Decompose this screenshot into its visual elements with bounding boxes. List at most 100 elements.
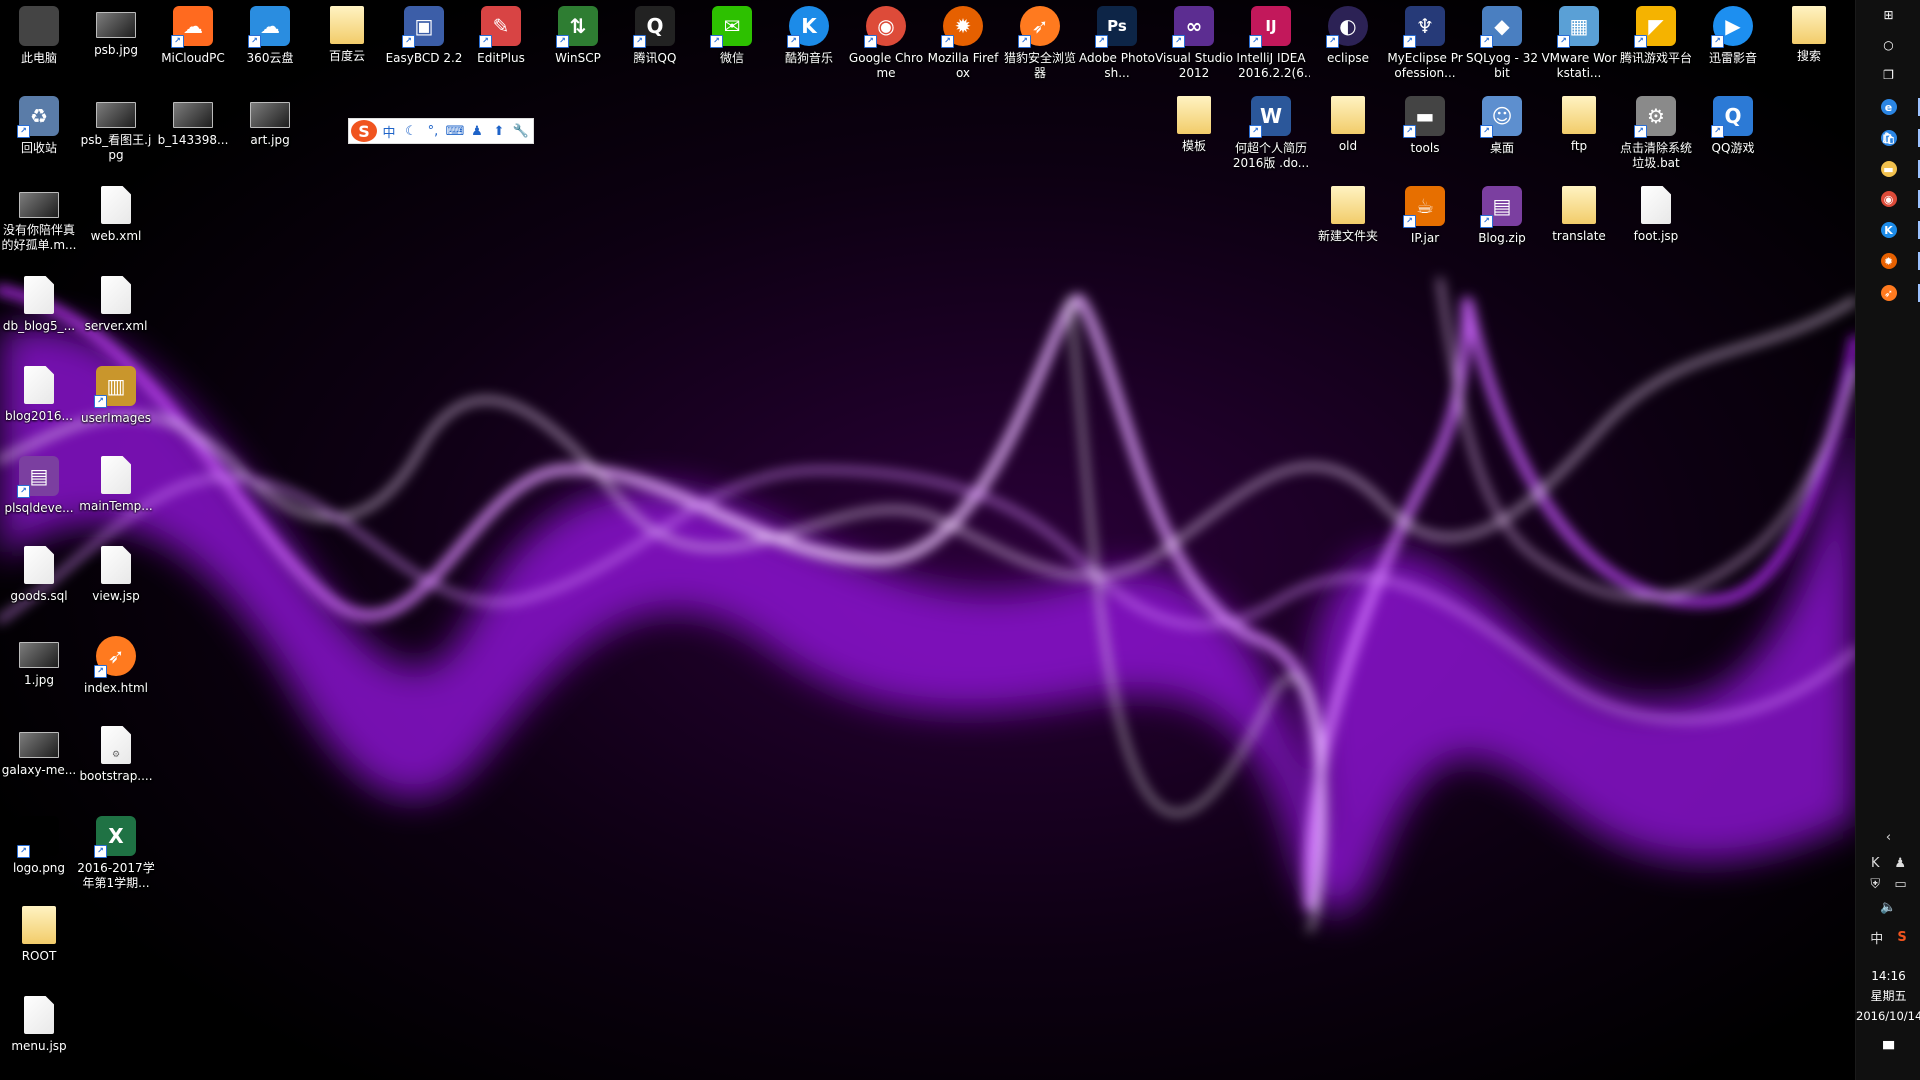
liebao-browser-icon: ➶ ↗ xyxy=(1018,6,1060,48)
desktop-icon[interactable]: ⚙ bootstrap.... xyxy=(77,720,155,804)
desktop-icon-label: psb.jpg xyxy=(94,43,138,57)
desktop-icon[interactable]: 搜索 xyxy=(1770,0,1848,84)
desktop-icon[interactable]: mainTemp... xyxy=(77,450,155,534)
desktop-icon[interactable]: art.jpg xyxy=(231,90,309,174)
desktop-icon-label: WinSCP xyxy=(555,51,601,65)
desktop-icon[interactable]: db_blog5_... xyxy=(0,270,78,354)
desktop-icon[interactable]: ♆ ↗ MyEclipse Profession... xyxy=(1386,0,1464,84)
desktop-icon[interactable]: ⚙ ↗ 点击清除系统垃圾.bat xyxy=(1617,90,1695,174)
ime-user-button[interactable]: ♟ xyxy=(467,120,487,142)
explorer-taskbar-icon[interactable]: ▬ xyxy=(1856,154,1920,184)
desktop-icon[interactable]: ✎ ↗ EditPlus xyxy=(462,0,540,84)
desktop-icon[interactable]: ☺ ↗ 桌面 xyxy=(1463,90,1541,174)
desktop-icon[interactable]: ▦ ↗ VMware Workstati... xyxy=(1540,0,1618,84)
ime-keyboard-button[interactable]: ⌨ xyxy=(445,120,465,142)
desktop-icon-label: 百度云 xyxy=(328,49,365,63)
ime-settings-button[interactable]: 🔧 xyxy=(511,120,531,142)
desktop-icon[interactable]: K ↗ 酷狗音乐 xyxy=(770,0,848,84)
desktop-icon[interactable]: Q ↗ QQ游戏 xyxy=(1694,90,1772,174)
ime-mode-button[interactable]: 中 xyxy=(379,120,399,142)
desktop-icon[interactable]: ↗ logo.png xyxy=(0,810,78,894)
desktop-icon[interactable]: web.xml xyxy=(77,180,155,264)
desktop-icon[interactable]: ➶ ↗ 猎豹安全浏览器 xyxy=(1001,0,1079,84)
system-clock[interactable]: 14:16 星期五 2016/10/14 xyxy=(1856,966,1920,1026)
show-hidden-icons-button[interactable]: ‹ xyxy=(1886,830,1891,845)
desktop-icon[interactable]: ➶ ↗ index.html xyxy=(77,630,155,714)
desktop-icon[interactable]: ▬ ↗ tools xyxy=(1386,90,1464,174)
ime-skin-button[interactable]: ⬆ xyxy=(489,120,509,142)
cortana-search-button[interactable]: ○ xyxy=(1856,30,1920,60)
desktop-icon[interactable]: 百度云 xyxy=(308,0,386,84)
desktop-icon[interactable]: ▤ ↗ plsqldeve... xyxy=(0,450,78,534)
desktop-icon[interactable]: ◆ ↗ SQLyog - 32 bit xyxy=(1463,0,1541,84)
desktop-icon[interactable]: old xyxy=(1309,90,1387,174)
start-button[interactable]: ⊞ xyxy=(1856,0,1920,30)
desktop-icon[interactable]: 没有你陪伴真的好孤单.m... xyxy=(0,180,78,264)
desktop-icon[interactable]: menu.jsp xyxy=(0,990,78,1074)
desktop-icon[interactable]: Q ↗ 腾讯QQ xyxy=(616,0,694,84)
desktop-icon[interactable]: psb.jpg xyxy=(77,0,155,84)
desktop-icon[interactable]: ✹ ↗ Mozilla Firefox xyxy=(924,0,1002,84)
desktop-icon[interactable]: blog2016... xyxy=(0,360,78,444)
sogou-tray-icon[interactable]: S xyxy=(1897,930,1906,945)
desktop-icon[interactable]: view.jsp xyxy=(77,540,155,624)
desktop-icon[interactable]: ◐ ↗ eclipse xyxy=(1309,0,1387,84)
desktop-icon[interactable]: 模板 xyxy=(1155,90,1233,174)
desktop-icon[interactable]: ▤ ↗ Blog.zip xyxy=(1463,180,1541,264)
desktop-icon[interactable]: ☕ ↗ IP.jar xyxy=(1386,180,1464,264)
ime-halfwidth-button[interactable]: ☾ xyxy=(401,120,421,142)
action-center-button[interactable]: ▀ xyxy=(1856,1036,1920,1064)
desktop-icon-label: mainTemp... xyxy=(79,499,153,513)
desktop-icon[interactable]: b_143398... xyxy=(154,90,232,174)
desktop-icon[interactable]: ∞ ↗ Visual Studio 2012 xyxy=(1155,0,1233,84)
qq-tray-icon[interactable]: ♟ xyxy=(1894,856,1906,871)
desktop-icon[interactable]: ◤ ↗ 腾讯游戏平台 xyxy=(1617,0,1695,84)
desktop-icon[interactable]: ▥ ↗ userImages xyxy=(77,360,155,444)
desktop-icon[interactable]: X ↗ 2016-2017学年第1学期... xyxy=(77,810,155,894)
shortcut-arrow-icon: ↗ xyxy=(1480,35,1493,48)
network-tray-icon[interactable]: ▭ xyxy=(1894,877,1906,892)
desktop-icon[interactable]: foot.jsp xyxy=(1617,180,1695,264)
shortcut-arrow-icon: ↗ xyxy=(1403,35,1416,48)
chrome-taskbar-icon[interactable]: ◉ xyxy=(1856,184,1920,214)
desktop-icon[interactable]: ♻ ↗ 回收站 xyxy=(0,90,78,174)
edge-taskbar-icon[interactable]: e xyxy=(1856,92,1920,122)
desktop-icon[interactable]: goods.sql xyxy=(0,540,78,624)
task-view-button[interactable]: ❐ xyxy=(1856,60,1920,90)
desktop-icon[interactable]: ftp xyxy=(1540,90,1618,174)
input-language-indicator[interactable]: 中 xyxy=(1870,928,1883,947)
desktop-icon[interactable]: IJ↗ IntelliJ IDEA 2016.2.2(64) xyxy=(1232,0,1310,84)
firefox-taskbar-icon[interactable]: ✹ xyxy=(1856,246,1920,276)
desktop-icon[interactable]: ▶ ↗ 迅雷影音 xyxy=(1694,0,1772,84)
desktop-icon-label: 猎豹安全浏览器 xyxy=(1003,51,1076,80)
desktop-icon[interactable]: translate xyxy=(1540,180,1618,264)
desktop-icon[interactable]: 1.jpg xyxy=(0,630,78,714)
security-tray-icon[interactable]: ⛨ xyxy=(1870,877,1880,892)
ime-punctuation-button[interactable]: °, xyxy=(423,120,443,142)
desktop-icon[interactable]: ◉ ↗ Google Chrome xyxy=(847,0,925,84)
volume-icon[interactable]: 🔈 xyxy=(1880,900,1896,915)
shortcut-arrow-icon: ↗ xyxy=(402,35,415,48)
desktop-icon[interactable]: W ↗ 何超个人简历2016版 .do... xyxy=(1232,90,1310,174)
liebao-taskbar-icon[interactable]: ➶ xyxy=(1856,278,1920,308)
desktop-icon[interactable]: ROOT xyxy=(0,900,78,984)
desktop-icon[interactable]: ☁ ↗ 360云盘 xyxy=(231,0,309,84)
kugou-taskbar-icon[interactable]: K xyxy=(1856,215,1920,245)
desktop-icon[interactable]: galaxy-me... xyxy=(0,720,78,804)
desktop-icon[interactable]: 此电脑 xyxy=(0,0,78,84)
store-taskbar-icon[interactable]: 🛍 xyxy=(1856,123,1920,153)
desktop-icon[interactable]: ☁ ↗ MiCloudPC xyxy=(154,0,232,84)
desktop-icon[interactable]: Ps ↗ Adobe Photosh... xyxy=(1078,0,1156,84)
desktop-icon[interactable]: psb_看图王.jpg xyxy=(77,90,155,174)
desktop-icon[interactable]: 新建文件夹 xyxy=(1309,180,1387,264)
desktop-icon[interactable]: ▣ ↗ EasyBCD 2.2 xyxy=(385,0,463,84)
desktop-icon-label: 桌面 xyxy=(1489,141,1514,155)
search-folder-icon xyxy=(1792,6,1826,44)
desktop-icon[interactable]: server.xml xyxy=(77,270,155,354)
desktop-icon[interactable]: ✉ ↗ 微信 xyxy=(693,0,771,84)
sogou-ime-toolbar[interactable]: S 中 ☾ °, ⌨ ♟ ⬆ 🔧 xyxy=(348,118,534,144)
desktop-icon[interactable]: ⇅ ↗ WinSCP xyxy=(539,0,617,84)
kugou-tray-icon[interactable]: K xyxy=(1871,856,1880,871)
tray-row: 中S xyxy=(1856,926,1920,948)
sogou-logo-icon[interactable]: S xyxy=(351,120,377,142)
